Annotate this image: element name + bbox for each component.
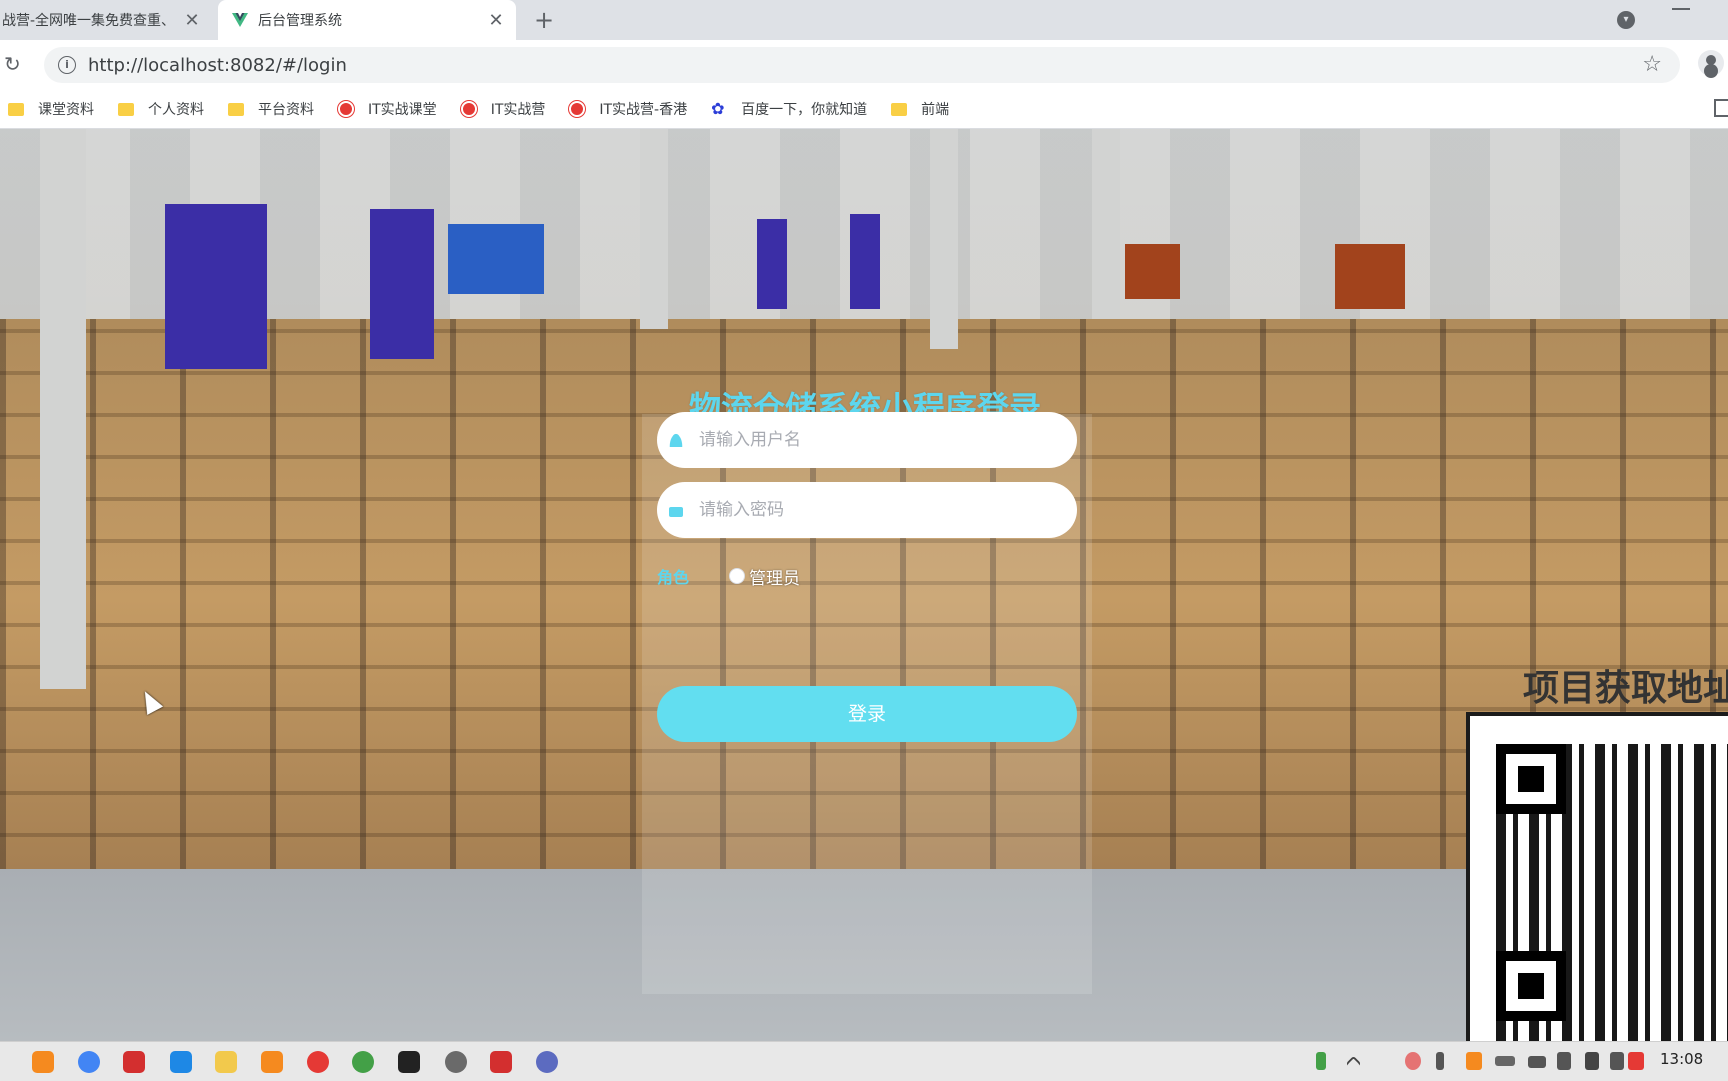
profile-avatar-icon[interactable]: [1698, 50, 1724, 76]
bookmark-label: IT实战课堂: [368, 102, 437, 118]
bookmark-label: 前端: [921, 102, 950, 118]
tray-icon[interactable]: [1466, 1052, 1482, 1070]
background-pillar: [1092, 129, 1120, 319]
role-label: 角色: [657, 568, 690, 587]
minimize-icon[interactable]: [1672, 8, 1690, 10]
folder-icon: [228, 102, 244, 116]
url-text[interactable]: http://localhost:8082/#/login: [88, 55, 347, 76]
new-tab-button[interactable]: +: [530, 6, 558, 34]
background-banner: [448, 224, 544, 294]
bookmark-item[interactable]: 个人资料: [118, 99, 204, 119]
tab-active[interactable]: 后台管理系统 ✕: [218, 0, 516, 40]
folder-icon: [8, 102, 24, 116]
tab-title: 后台管理系统: [258, 13, 342, 29]
browser-tab-bar: 战营-全网唯一集免费查重、 ✕ 后台管理系统 ✕ + ▾: [0, 0, 1728, 40]
settings-icon[interactable]: [536, 1051, 558, 1073]
background-banner: [370, 209, 434, 359]
bookmark-label: 平台资料: [258, 102, 314, 118]
clock[interactable]: 13:08: [1660, 1050, 1703, 1068]
login-button[interactable]: 登录: [657, 686, 1077, 742]
role-selector: 角色 管理员: [657, 561, 1077, 591]
app-launcher-icon[interactable]: [32, 1051, 54, 1073]
folder-icon: [891, 102, 908, 116]
password-input[interactable]: [697, 499, 1077, 521]
role-admin-radio[interactable]: [729, 568, 745, 584]
username-field[interactable]: [657, 412, 1077, 468]
tray-icon[interactable]: [1405, 1052, 1421, 1070]
reload-icon[interactable]: ↻: [4, 52, 21, 76]
bookmark-item[interactable]: 课堂资料: [8, 99, 94, 119]
keyboard-icon[interactable]: [1495, 1056, 1515, 1066]
address-bar[interactable]: i http://localhost:8082/#/login ☆: [44, 47, 1680, 83]
background-banner: [1335, 244, 1405, 309]
bookmark-item[interactable]: IT实战营-香港: [569, 99, 687, 119]
close-icon[interactable]: ✕: [484, 10, 508, 31]
chevron-up-icon[interactable]: [1345, 1055, 1362, 1072]
folder-icon: [118, 102, 134, 116]
password-field[interactable]: [657, 482, 1077, 538]
recorder-icon[interactable]: [123, 1051, 145, 1073]
bookmark-label: IT实战营-香港: [599, 102, 688, 118]
background-pillar: [40, 129, 86, 689]
bookmark-star-icon[interactable]: ☆: [1642, 52, 1662, 77]
close-icon[interactable]: ✕: [180, 10, 204, 31]
site-icon: [460, 101, 477, 117]
wechat-icon[interactable]: [445, 1051, 467, 1073]
app-icon[interactable]: [261, 1051, 283, 1073]
login-page: 物流仓储系统小程序登录 角色 管理员 登录 项目获取地址: [0, 129, 1728, 1041]
bookmark-label: 百度一下，你就知道: [741, 102, 868, 118]
qr-finder-pattern: [1496, 951, 1566, 1021]
os-taskbar: 13:08: [0, 1041, 1728, 1081]
site-icon: [569, 101, 586, 117]
sogou-icon[interactable]: [1628, 1052, 1644, 1070]
lock-icon: [669, 507, 683, 517]
background-pillar: [640, 129, 668, 329]
bookmark-item[interactable]: IT实战营: [460, 99, 546, 119]
user-icon: [669, 433, 683, 447]
browser-toolbar: ↻ i http://localhost:8082/#/login ☆: [0, 40, 1728, 90]
site-info-icon[interactable]: i: [58, 56, 76, 74]
promo-text: 项目获取地址: [1523, 668, 1728, 709]
tab-inactive[interactable]: 战营-全网唯一集免费查重、 ✕: [0, 0, 212, 40]
background-banner: [1125, 244, 1180, 299]
background-banner: [165, 204, 267, 369]
vue-logo-icon: [232, 13, 248, 27]
role-admin-label[interactable]: 管理员: [749, 564, 800, 589]
tray-icon[interactable]: [1610, 1052, 1624, 1070]
username-input[interactable]: [697, 429, 1077, 451]
feather-icon[interactable]: [170, 1051, 192, 1073]
site-icon: [338, 101, 354, 117]
wps-icon[interactable]: [490, 1051, 512, 1073]
app-icon[interactable]: [307, 1051, 329, 1073]
network-icon[interactable]: [1528, 1056, 1546, 1068]
qr-code-panel: [1466, 712, 1728, 1041]
bookmark-label: IT实战营: [490, 102, 546, 118]
bookmark-item[interactable]: 平台资料: [228, 99, 314, 119]
baidu-paw-icon: ✿: [711, 99, 725, 118]
bookmark-item[interactable]: ✿ 百度一下，你就知道: [711, 99, 867, 119]
bookmark-item[interactable]: IT实战课堂: [338, 99, 437, 119]
tab-title: 战营-全网唯一集免费查重、: [2, 13, 176, 29]
ime-icon[interactable]: [1585, 1052, 1599, 1070]
terminal-icon[interactable]: [398, 1051, 420, 1073]
chrome-icon[interactable]: [78, 1051, 100, 1073]
microphone-icon[interactable]: [1436, 1052, 1444, 1070]
tab-search-icon[interactable]: ▾: [1617, 11, 1635, 29]
bookmarks-bar: 课堂资料 个人资料 平台资料 IT实战课堂 IT实战营 IT实战营-香港 ✿ 百…: [0, 90, 1728, 129]
file-explorer-icon[interactable]: [215, 1051, 237, 1073]
qr-finder-pattern: [1496, 744, 1566, 814]
volume-icon[interactable]: [1557, 1052, 1571, 1070]
background-banner: [850, 214, 880, 309]
bookmark-label: 个人资料: [148, 102, 204, 118]
background-banner: [757, 219, 787, 309]
battery-icon[interactable]: [1316, 1052, 1326, 1070]
app-icon[interactable]: [352, 1051, 374, 1073]
reading-list-icon[interactable]: [1714, 99, 1728, 117]
bookmark-label: 课堂资料: [38, 102, 94, 118]
bookmark-item[interactable]: 前端: [891, 99, 949, 119]
background-pillar: [930, 129, 958, 349]
